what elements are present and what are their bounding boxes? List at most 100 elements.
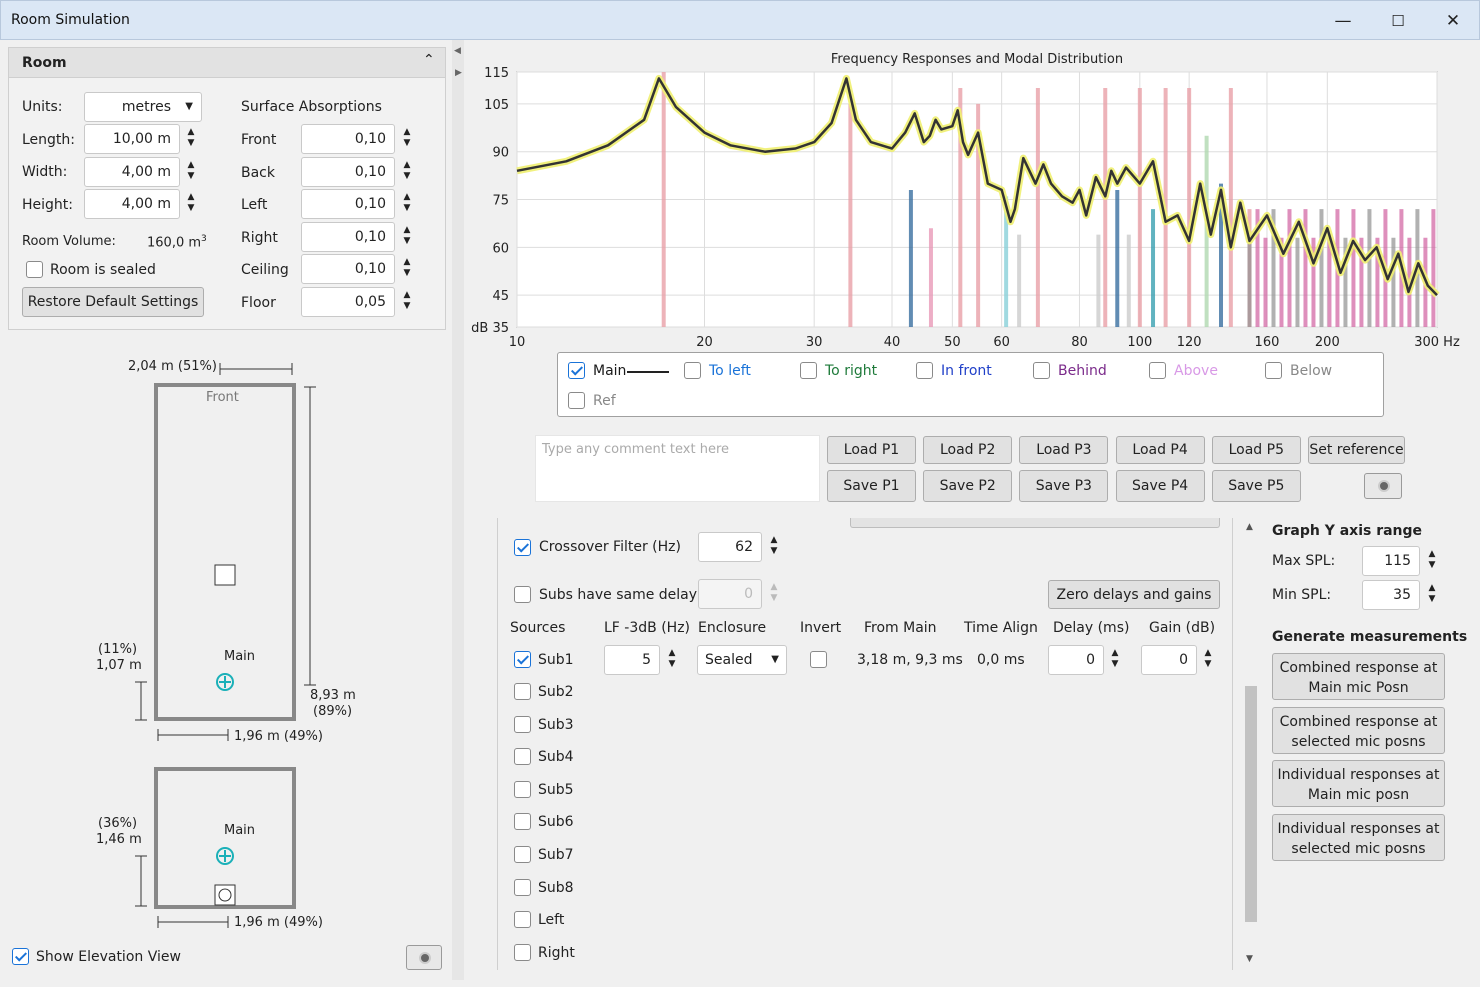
elev-bottom-dim: 1,96 m (49%) [234, 915, 323, 930]
sub1-invert-checkbox[interactable] [810, 651, 827, 668]
room-sealed-checkbox[interactable] [26, 261, 43, 278]
load-p2-button[interactable]: Load P2 [923, 436, 1013, 464]
source-checkbox-4[interactable] [514, 813, 531, 831]
surface-spinner-icon-0[interactable]: ▲ ▼ [397, 124, 417, 154]
surface-input-1[interactable]: 0,10 [301, 156, 395, 187]
generate-button-2[interactable]: Individual responses at Main mic posn [1272, 760, 1445, 807]
scroll-thumb[interactable] [1245, 686, 1257, 922]
same-delay-checkbox[interactable] [514, 586, 531, 603]
max-spl-input[interactable]: 115 [1362, 546, 1420, 576]
scroll-up-icon[interactable]: ▲ [1246, 522, 1253, 532]
sub-speaker-icon[interactable] [214, 564, 236, 586]
generate-button-3[interactable]: Individual responses at selected mic posn… [1272, 813, 1445, 861]
legend-checkbox-4[interactable] [1033, 362, 1050, 379]
units-select[interactable]: metres ▼ [84, 92, 202, 122]
splitter-right-icon[interactable]: ▶ [455, 68, 462, 78]
scroll-down-icon[interactable]: ▼ [1246, 954, 1253, 964]
sub1-delay-input[interactable]: 0 [1048, 645, 1104, 675]
height-input[interactable]: 4,00 m [84, 189, 180, 219]
load-p3-button[interactable]: Load P3 [1019, 436, 1109, 464]
surface-input-3[interactable]: 0,10 [301, 221, 395, 252]
width-spinner-icon[interactable]: ▲ ▼ [181, 157, 201, 187]
comment-input[interactable]: Type any comment text here [535, 435, 820, 502]
crossover-input[interactable]: 62 [698, 532, 762, 562]
surface-spinner-icon-1[interactable]: ▲ ▼ [397, 157, 417, 187]
legend-checkbox-2[interactable] [800, 362, 817, 379]
camera-icon[interactable] [406, 945, 442, 970]
legend-checkbox-3[interactable] [916, 362, 933, 379]
crossover-spinner-icon[interactable]: ▲ ▼ [764, 532, 784, 562]
surface-spinner-icon-5[interactable]: ▲ ▼ [397, 287, 417, 317]
surface-spinner-icon-2[interactable]: ▲ ▼ [397, 189, 417, 219]
sub1-checkbox[interactable] [514, 651, 531, 668]
chart-camera-icon[interactable] [1364, 473, 1402, 499]
save-p2-button[interactable]: Save P2 [923, 470, 1013, 502]
legend-checkbox-0[interactable] [568, 362, 585, 379]
surface-input-0[interactable]: 0,10 [301, 124, 395, 154]
splitter[interactable]: ◀ ▶ [452, 40, 464, 980]
same-delay-input[interactable]: 0 [698, 579, 762, 609]
sub1-enclosure-select[interactable]: Sealed ▼ [697, 645, 787, 675]
length-spinner-icon[interactable]: ▲ ▼ [181, 124, 201, 154]
legend-checkbox-6[interactable] [1265, 362, 1282, 379]
zero-delays-button[interactable]: Zero delays and gains [1048, 580, 1220, 609]
partial-hidden-button[interactable] [850, 518, 1220, 528]
frequency-chart[interactable]: 115 105 90 75 60 45 dB 3510 20 30 40 50 60 80 100 120 1… [470, 48, 1475, 348]
room-header[interactable]: Room ⌃ [9, 48, 445, 78]
scrollbar[interactable]: ▲ ▼ [1243, 518, 1259, 970]
generate-button-1[interactable]: Combined response at selected mic posns [1272, 706, 1445, 754]
legend-checkbox-5[interactable] [1149, 362, 1166, 379]
source-checkbox-5[interactable] [514, 846, 531, 863]
surface-input-2[interactable]: 0,10 [301, 189, 395, 220]
close-icon[interactable]: ✕ [1441, 9, 1465, 33]
height-spinner-icon[interactable]: ▲ ▼ [181, 189, 201, 219]
save-p5-button[interactable]: Save P5 [1211, 470, 1301, 502]
show-elevation-checkbox[interactable] [12, 948, 29, 965]
crossover-checkbox[interactable] [514, 539, 531, 556]
legend-checkbox-1[interactable] [684, 362, 701, 379]
load-p4-button[interactable]: Load P4 [1115, 436, 1205, 464]
source-checkbox-0[interactable] [514, 683, 531, 700]
splitter-left-icon[interactable]: ◀ [454, 46, 461, 56]
elev-sub-icon[interactable] [214, 884, 236, 906]
sub1-gain-spinner-icon[interactable]: ▲ ▼ [1198, 645, 1218, 675]
volume-value: 160,0 m3 [147, 234, 207, 250]
sub1-lf-spinner-icon[interactable]: ▲ ▼ [662, 645, 682, 675]
min-spl-spinner-icon[interactable]: ▲ ▼ [1422, 580, 1442, 610]
legend-main-line [627, 371, 669, 373]
sub1-delay-spinner-icon[interactable]: ▲ ▼ [1105, 645, 1125, 675]
surface-input-5[interactable]: 0,05 [301, 287, 395, 317]
width-input[interactable]: 4,00 m [84, 157, 180, 187]
sub1-lf-input[interactable]: 5 [604, 645, 660, 675]
restore-defaults-button[interactable]: Restore Default Settings [22, 287, 204, 317]
plan-view [135, 363, 316, 928]
save-p4-button[interactable]: Save P4 [1115, 470, 1205, 502]
room-header-title: Room [22, 55, 67, 71]
source-checkbox-7[interactable] [514, 911, 531, 929]
same-delay-spinner-icon[interactable]: ▲ ▼ [764, 579, 784, 609]
source-checkbox-8[interactable] [514, 943, 531, 961]
surface-spinner-icon-4[interactable]: ▲ ▼ [397, 254, 417, 284]
load-p1-button[interactable]: Load P1 [827, 436, 916, 464]
minimize-icon[interactable]: — [1331, 9, 1355, 33]
source-checkbox-2[interactable] [514, 748, 531, 766]
sub1-gain-input[interactable]: 0 [1141, 645, 1197, 675]
maximize-icon[interactable]: ☐ [1386, 9, 1410, 33]
source-checkbox-6[interactable] [514, 878, 531, 896]
set-reference-button[interactable]: Set reference [1308, 436, 1405, 464]
collapse-icon[interactable]: ⌃ [423, 52, 435, 68]
save-p3-button[interactable]: Save P3 [1019, 470, 1109, 502]
generate-button-0[interactable]: Combined response at Main mic Posn [1272, 653, 1445, 700]
load-p5-button[interactable]: Load P5 [1211, 436, 1301, 464]
save-p1-button[interactable]: Save P1 [827, 470, 916, 502]
length-input[interactable]: 10,00 m [84, 124, 180, 154]
surface-spinner-icon-3[interactable]: ▲ ▼ [397, 222, 417, 252]
source-checkbox-1[interactable] [514, 715, 531, 733]
surface-input-4[interactable]: 0,10 [301, 254, 395, 285]
source-checkbox-3[interactable] [514, 780, 531, 798]
legend-checkbox-7[interactable] [568, 392, 585, 409]
y-tick-label-4: 60 [492, 241, 509, 256]
y-tick-label-3: 75 [492, 194, 509, 209]
max-spl-spinner-icon[interactable]: ▲ ▼ [1422, 546, 1442, 576]
min-spl-input[interactable]: 35 [1362, 580, 1420, 610]
